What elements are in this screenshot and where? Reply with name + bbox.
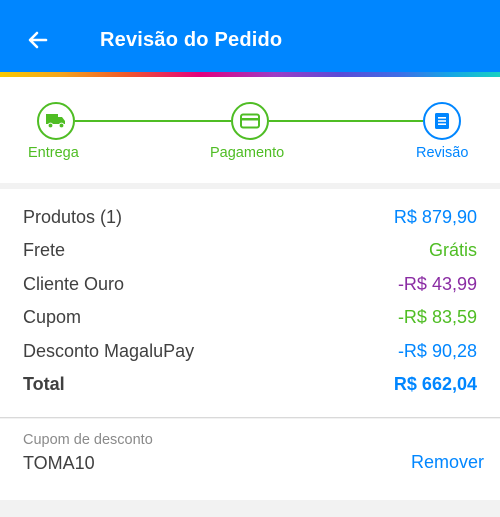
checkout-stepper: Entrega Pagamento Revisão — [0, 77, 500, 183]
step-label-pagamento: Pagamento — [210, 145, 285, 161]
summary-row-cliente-ouro: Cliente Ouro -R$ 43,99 — [23, 272, 477, 296]
receipt-icon — [435, 113, 449, 129]
step-connector — [269, 120, 423, 122]
order-summary: Produtos (1) R$ 879,90 Frete Grátis Clie… — [0, 189, 500, 418]
total-label: Total — [23, 373, 65, 394]
step-label-entrega: Entrega — [28, 145, 79, 161]
page-title: Revisão do Pedido — [100, 29, 283, 51]
coupon-code: TOMA10 — [23, 453, 95, 473]
summary-row-total: Total R$ 662,04 — [23, 372, 477, 396]
summary-value: -R$ 90,28 — [397, 340, 477, 361]
summary-value: R$ 879,90 — [393, 206, 477, 227]
summary-row-desconto-magalupay: Desconto MagaluPay -R$ 90,28 — [23, 339, 477, 363]
arrow-left-icon — [28, 31, 48, 49]
summary-row-produtos: Produtos (1) R$ 879,90 — [23, 205, 477, 229]
step-pagamento[interactable] — [231, 102, 269, 140]
remove-coupon-button[interactable]: Remover — [411, 451, 484, 473]
back-button[interactable] — [24, 26, 52, 54]
summary-label: Desconto MagaluPay — [23, 340, 195, 361]
coupon-caption: Cupom de desconto — [23, 432, 153, 448]
summary-value: -R$ 83,59 — [397, 306, 477, 327]
summary-label: Produtos (1) — [23, 206, 123, 227]
coupon-section: Cupom de desconto TOMA10 Remover — [0, 419, 500, 500]
summary-row-cupom: Cupom -R$ 83,59 — [23, 305, 477, 329]
credit-card-icon — [240, 113, 260, 129]
summary-label: Cupom — [23, 306, 82, 327]
step-revisao[interactable] — [423, 102, 461, 140]
summary-value: Grátis — [428, 239, 477, 260]
summary-row-frete: Frete Grátis — [23, 238, 477, 262]
step-entrega[interactable] — [37, 102, 75, 140]
summary-label: Cliente Ouro — [23, 273, 125, 294]
step-connector — [75, 120, 231, 122]
summary-label: Frete — [23, 239, 66, 260]
summary-value: -R$ 43,99 — [397, 273, 477, 294]
truck-icon — [46, 114, 65, 129]
step-label-revisao: Revisão — [416, 145, 469, 161]
total-value: R$ 662,04 — [393, 373, 477, 394]
app-bar: Revisão do Pedido — [0, 0, 500, 72]
